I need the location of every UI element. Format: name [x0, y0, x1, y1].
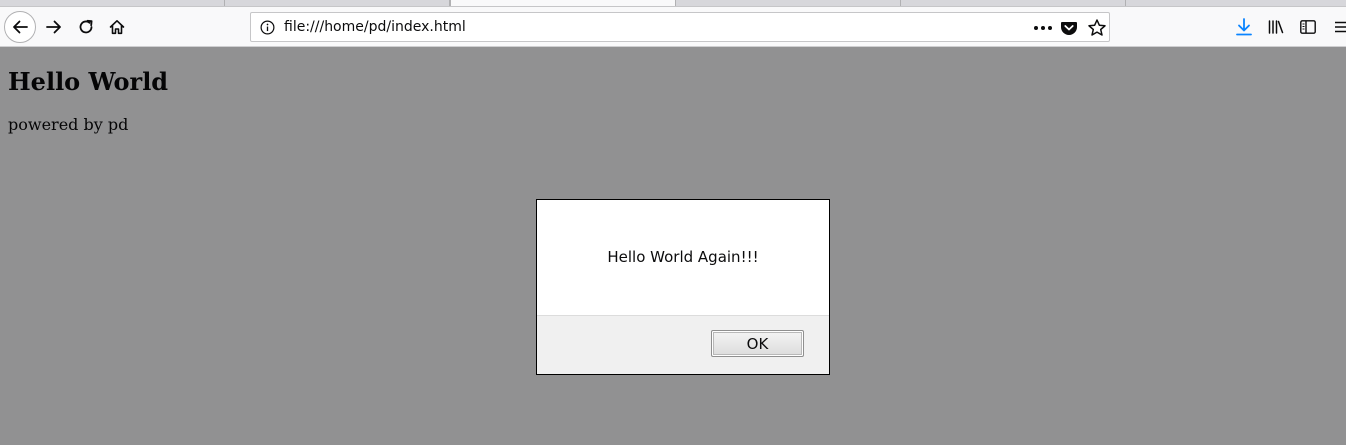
- library-button[interactable]: [1264, 14, 1288, 40]
- forward-button[interactable]: [40, 13, 68, 41]
- arrow-left-icon: [13, 20, 28, 34]
- sidebar-icon: [1300, 20, 1316, 34]
- site-info-icon[interactable]: [260, 20, 275, 35]
- alert-dialog: Hello World Again!!! OK: [536, 199, 830, 375]
- back-button[interactable]: [4, 11, 36, 43]
- downloads-button[interactable]: [1232, 14, 1256, 40]
- sidebar-button[interactable]: [1296, 14, 1320, 40]
- home-button[interactable]: [103, 13, 131, 41]
- hamburger-menu-icon: [1335, 21, 1346, 33]
- navigation-toolbar: file:///home/pd/index.html: [0, 7, 1346, 47]
- url-bar[interactable]: file:///home/pd/index.html: [250, 12, 1110, 42]
- more-actions-icon[interactable]: [1031, 18, 1055, 38]
- url-text[interactable]: file:///home/pd/index.html: [284, 19, 466, 35]
- menu-button[interactable]: [1334, 14, 1346, 40]
- dialog-message: Hello World Again!!!: [607, 248, 759, 266]
- download-icon: [1236, 18, 1252, 36]
- library-icon: [1268, 20, 1284, 34]
- dialog-footer: OK: [537, 315, 829, 374]
- home-icon: [109, 20, 125, 35]
- ok-button[interactable]: OK: [711, 330, 804, 357]
- bookmark-star-icon[interactable]: [1087, 18, 1107, 38]
- reload-icon: [79, 19, 93, 34]
- pocket-icon[interactable]: [1059, 18, 1079, 38]
- reload-button[interactable]: [72, 13, 100, 41]
- arrow-right-icon: [46, 20, 61, 34]
